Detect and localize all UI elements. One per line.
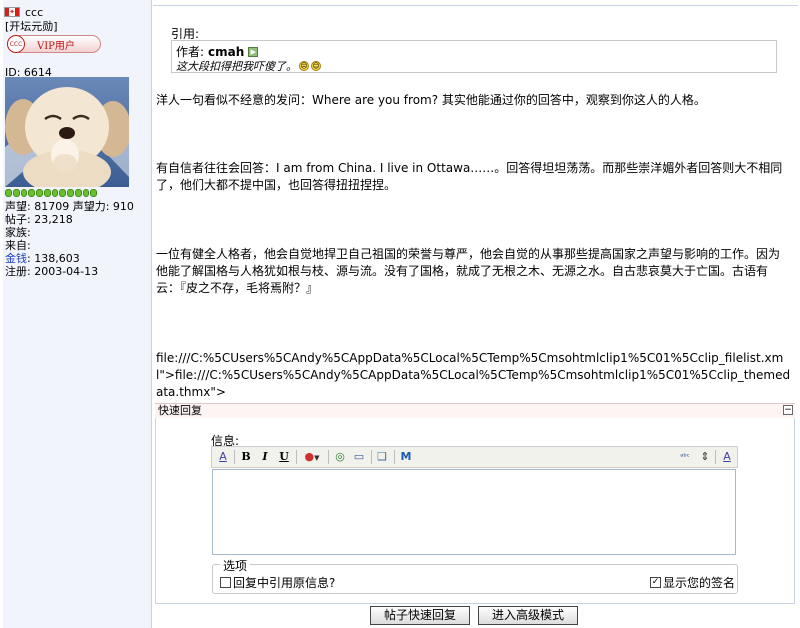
- stat-posts: 帖子: 23,218: [5, 213, 73, 226]
- toolbar-separator: [328, 450, 329, 464]
- vip-badge: CCC VIP用户: [7, 35, 101, 53]
- show-signature-checkbox[interactable]: ✓: [650, 577, 661, 588]
- stat-from: 来自:: [5, 239, 31, 252]
- options-legend: 选项: [220, 557, 251, 574]
- level-pip: [67, 189, 74, 197]
- toolbar-separator: [394, 450, 395, 464]
- show-signature-option[interactable]: ✓ 显示您的签名: [650, 574, 735, 591]
- level-pip: [5, 189, 12, 197]
- quick-reply-header: 快速回复 −: [155, 403, 795, 419]
- level-pip: [90, 189, 97, 197]
- level-pip: [43, 189, 51, 197]
- username[interactable]: ccc: [25, 6, 43, 19]
- quote-text: 这大段扣得把我吓傻了。: [176, 60, 297, 73]
- vip-label: VIP用户: [37, 40, 75, 52]
- money-link[interactable]: 金钱: [5, 252, 27, 265]
- post-paragraph-2: 有自信者往往会回答：I am from China. I live in Ott…: [156, 161, 783, 192]
- quote-original-option[interactable]: 回复中引用原信息?: [220, 574, 335, 591]
- level-pip: [28, 189, 35, 197]
- toolbar-separator: [371, 450, 372, 464]
- show-signature-label: 显示您的签名: [663, 576, 736, 590]
- toolbar-separator: [715, 450, 716, 464]
- sad-smiley-icon: ☹: [299, 61, 309, 71]
- stat-registered: 注册: 2003-04-13: [5, 265, 99, 278]
- username-row: ✦ ccc: [4, 4, 43, 20]
- post-top-border: [153, 0, 798, 6]
- level-pip: [74, 189, 82, 197]
- spellcheck-icon[interactable]: ᵃᵇᶜ: [676, 450, 694, 464]
- level-pip: [82, 189, 90, 197]
- image-icon[interactable]: ▭: [352, 450, 366, 464]
- link-icon[interactable]: ◎: [333, 450, 347, 464]
- user-title: [开坛元勋]: [5, 20, 58, 33]
- toolbar-separator: [296, 450, 297, 464]
- view-post-icon[interactable]: ▶: [248, 46, 259, 57]
- level-pip: [59, 189, 66, 197]
- post-paragraph-4: file:///C:%5CUsers%5CAndy%5CAppData%5CLo…: [156, 351, 791, 399]
- quick-reply-submit-button[interactable]: 帖子快速回复: [370, 606, 470, 625]
- quote-original-checkbox[interactable]: [220, 577, 231, 588]
- advanced-mode-button[interactable]: 进入高级模式: [478, 606, 578, 625]
- stat-money: 金钱: 138,603: [5, 252, 80, 265]
- canada-flag-icon: ✦: [4, 7, 20, 17]
- post-paragraph-3: 一位有健全人格者，他会自觉地捍卫自己祖国的荣誉与尊严，他会自觉的从事那些提高国家…: [156, 247, 781, 295]
- editor-toolbar: A B I U ●▼ ◎ ▭ ❑ M ᵃᵇᶜ ⇕ A: [211, 446, 738, 468]
- collapse-icon[interactable]: −: [783, 405, 793, 415]
- dropdown-arrow-icon: ▼: [314, 454, 320, 462]
- toolbar-separator: [234, 450, 235, 464]
- quote-author: cmah: [208, 44, 245, 59]
- color-icon[interactable]: ●▼: [300, 450, 324, 464]
- vip-circle-icon: CCC: [7, 35, 25, 53]
- level-pip: [51, 189, 59, 197]
- level-bar: [5, 189, 97, 197]
- money-value: : 138,603: [27, 252, 80, 265]
- quote-text-row: 这大段扣得把我吓傻了。 ☹ ☺: [176, 58, 321, 74]
- color-glyph: ●: [304, 450, 315, 463]
- quote-original-label: 回复中引用原信息?: [233, 576, 336, 590]
- resize-icon[interactable]: ⇕: [698, 450, 712, 464]
- post-paragraph-1: 洋人一句看似不经意的发问：Where are you from? 其实他能通过你…: [156, 93, 706, 107]
- bold-icon[interactable]: B: [239, 450, 253, 464]
- stat-family: 家族:: [5, 226, 31, 239]
- level-pip: [36, 189, 43, 197]
- format-icon[interactable]: A: [216, 450, 230, 464]
- avatar[interactable]: [5, 77, 129, 187]
- puppy-avatar-image: [5, 77, 129, 187]
- smiley-icon: ☺: [311, 61, 321, 71]
- level-pip: [20, 189, 28, 197]
- italic-icon[interactable]: I: [258, 450, 272, 464]
- quick-reply-title: 快速回复: [158, 404, 202, 417]
- stat-reputation: 声望: 81709 声望力: 910: [5, 200, 134, 213]
- font-size-icon[interactable]: A: [720, 450, 734, 464]
- underline-icon[interactable]: U: [277, 450, 291, 464]
- quote-icon[interactable]: ❑: [375, 450, 389, 464]
- quote-box: 作者: cmah ▶ 这大段扣得把我吓傻了。 ☹ ☺: [171, 40, 777, 73]
- media-icon[interactable]: M: [399, 450, 413, 464]
- message-textarea[interactable]: [212, 469, 736, 555]
- level-pip: [12, 189, 20, 197]
